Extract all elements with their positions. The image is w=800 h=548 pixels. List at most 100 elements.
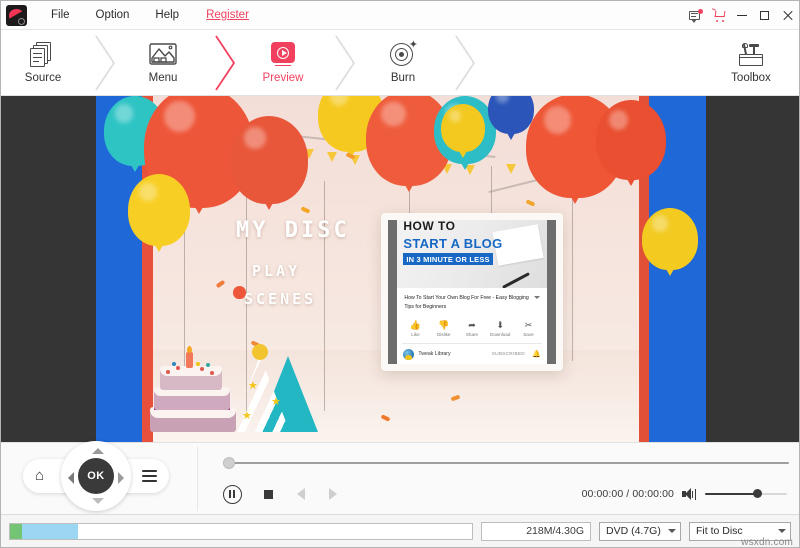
- chevron-down-icon: [778, 529, 786, 533]
- minimize-button[interactable]: [730, 1, 753, 30]
- seek-slider[interactable]: [223, 457, 789, 469]
- chevron-right-icon: [335, 35, 355, 91]
- disc-title: MY DISC: [236, 218, 350, 243]
- thumb-line-1: HOW TO: [403, 220, 456, 233]
- cart-button[interactable]: [707, 1, 730, 30]
- pause-button[interactable]: [223, 484, 242, 504]
- disc-burn-icon: ✦: [388, 39, 418, 68]
- video-action-label: Like: [411, 331, 420, 337]
- thumb-badge: IN 3 MINUTE OR LESS: [403, 253, 493, 265]
- toolbox-icon: [736, 42, 766, 68]
- app-logo-icon: [6, 4, 27, 26]
- app-window: File Option Help Register Source Menu Pr…: [0, 0, 800, 548]
- menu-file[interactable]: File: [38, 1, 83, 30]
- step-preview[interactable]: Preview: [241, 30, 325, 95]
- subscribed-badge[interactable]: SUBSCRIBED: [492, 352, 525, 357]
- step-divider-3: [325, 30, 361, 95]
- capacity-segment-menu: [10, 523, 22, 539]
- disc-menu-scenes[interactable]: SCENES: [244, 290, 316, 308]
- disc-type-select[interactable]: DVD (4.7G): [599, 521, 681, 541]
- channel-avatar: [403, 348, 415, 360]
- step-list: Source Menu Preview ✦ Burn: [1, 30, 481, 95]
- balloon-blue: [488, 96, 534, 140]
- step-burn[interactable]: ✦ Burn: [361, 30, 445, 95]
- balloon-orange: [596, 100, 666, 186]
- dpad-right-button[interactable]: [118, 472, 124, 484]
- dpad-down-button[interactable]: [92, 498, 104, 504]
- balloon-orange: [230, 116, 308, 210]
- preview-stage: MY DISC PLAY SCENES HOW TO START A BLOG …: [1, 96, 799, 442]
- documents-icon: [28, 41, 58, 68]
- video-action-dislike[interactable]: 👎 Dislike: [431, 320, 457, 337]
- close-button[interactable]: [776, 1, 799, 30]
- video-action-label: Share: [465, 331, 479, 337]
- monitor-bezel-right: [546, 220, 556, 364]
- step-source[interactable]: Source: [1, 30, 85, 95]
- volume-handle[interactable]: [752, 489, 762, 498]
- bunting-flag: [506, 164, 516, 174]
- ok-button[interactable]: OK: [78, 458, 114, 494]
- video-action-label: Dislike: [436, 331, 451, 337]
- video-action-share[interactable]: ➦ Share: [459, 320, 485, 337]
- balloon-yellow: [642, 208, 698, 276]
- toolbox-button[interactable]: Toolbox: [711, 30, 791, 95]
- bell-icon[interactable]: 🔔: [532, 350, 541, 358]
- bunting-flag: [327, 152, 337, 162]
- player-controls: ⌂ OK 00:00:00 / 00:00:00: [1, 441, 799, 514]
- capacity-bar: [9, 522, 473, 540]
- feedback-icon: [688, 8, 703, 23]
- maximize-icon: [760, 11, 769, 20]
- cart-icon: [711, 8, 726, 22]
- previous-button[interactable]: [297, 488, 305, 500]
- disc-type-value: DVD (4.7G): [606, 525, 661, 537]
- watermark: wsxdn.com: [741, 537, 793, 548]
- size-readout: 218M/4.30G: [481, 521, 591, 541]
- video-action-label: Download: [490, 331, 511, 337]
- chevron-down-icon[interactable]: [533, 296, 540, 299]
- disc-menu-play[interactable]: PLAY: [252, 262, 300, 280]
- seek-track: [223, 462, 789, 464]
- register-link[interactable]: Register: [206, 9, 249, 21]
- video-action-download[interactable]: ⬇ Download: [487, 320, 513, 337]
- maximize-button[interactable]: [753, 1, 776, 30]
- step-divider-4: [445, 30, 481, 95]
- feedback-button[interactable]: [684, 1, 707, 30]
- balloon-yellow: [441, 104, 485, 158]
- dpad-up-button[interactable]: [92, 448, 104, 454]
- menu-option[interactable]: Option: [83, 1, 143, 30]
- balloon-string: [324, 181, 325, 411]
- seek-handle[interactable]: [223, 457, 235, 469]
- video-action-like[interactable]: 👍 Like: [402, 320, 428, 337]
- volume-icon[interactable]: [682, 487, 698, 501]
- dpad-left-button[interactable]: [68, 472, 74, 484]
- step-preview-label: Preview: [262, 71, 304, 84]
- title-bar: File Option Help Register: [1, 1, 799, 30]
- confetti: [300, 206, 311, 214]
- birthday-cake: [150, 342, 242, 434]
- star-decoration: ★: [271, 396, 281, 408]
- party-hat-pom: [252, 344, 268, 360]
- next-button[interactable]: [329, 488, 337, 500]
- menu-bar: File Option Help Register: [38, 1, 249, 29]
- window-controls: [684, 1, 799, 30]
- list-icon[interactable]: [142, 470, 157, 482]
- chevron-right-icon: [95, 35, 115, 91]
- playback-row: 00:00:00 / 00:00:00: [223, 481, 791, 507]
- step-menu[interactable]: Menu: [121, 30, 205, 95]
- youtube-panel: HOW TO START A BLOG IN 3 MINUTE OR LESS …: [397, 220, 547, 364]
- video-thumbnail: HOW TO START A BLOG IN 3 MINUTE OR LESS: [397, 220, 547, 288]
- video-action-save[interactable]: ✂ Save: [515, 320, 541, 337]
- stop-button[interactable]: [264, 489, 273, 499]
- step-divider-1: [85, 30, 121, 95]
- preview-video[interactable]: MY DISC PLAY SCENES HOW TO START A BLOG …: [96, 96, 706, 442]
- share-icon: ➦: [468, 319, 476, 330]
- capacity-segment-video: [22, 523, 78, 539]
- video-action-bar: 👍 Like 👎 Dislike ➦ Share ⬇ Download ✂ Sa…: [401, 320, 542, 337]
- home-icon[interactable]: ⌂: [35, 468, 44, 483]
- video-action-label: Save: [523, 331, 534, 337]
- volume-fill: [705, 493, 756, 495]
- channel-name: Tweak Library: [418, 351, 451, 358]
- menu-help[interactable]: Help: [142, 1, 192, 30]
- volume-slider[interactable]: [705, 488, 787, 500]
- thumb-line-2: START A BLOG: [403, 236, 503, 251]
